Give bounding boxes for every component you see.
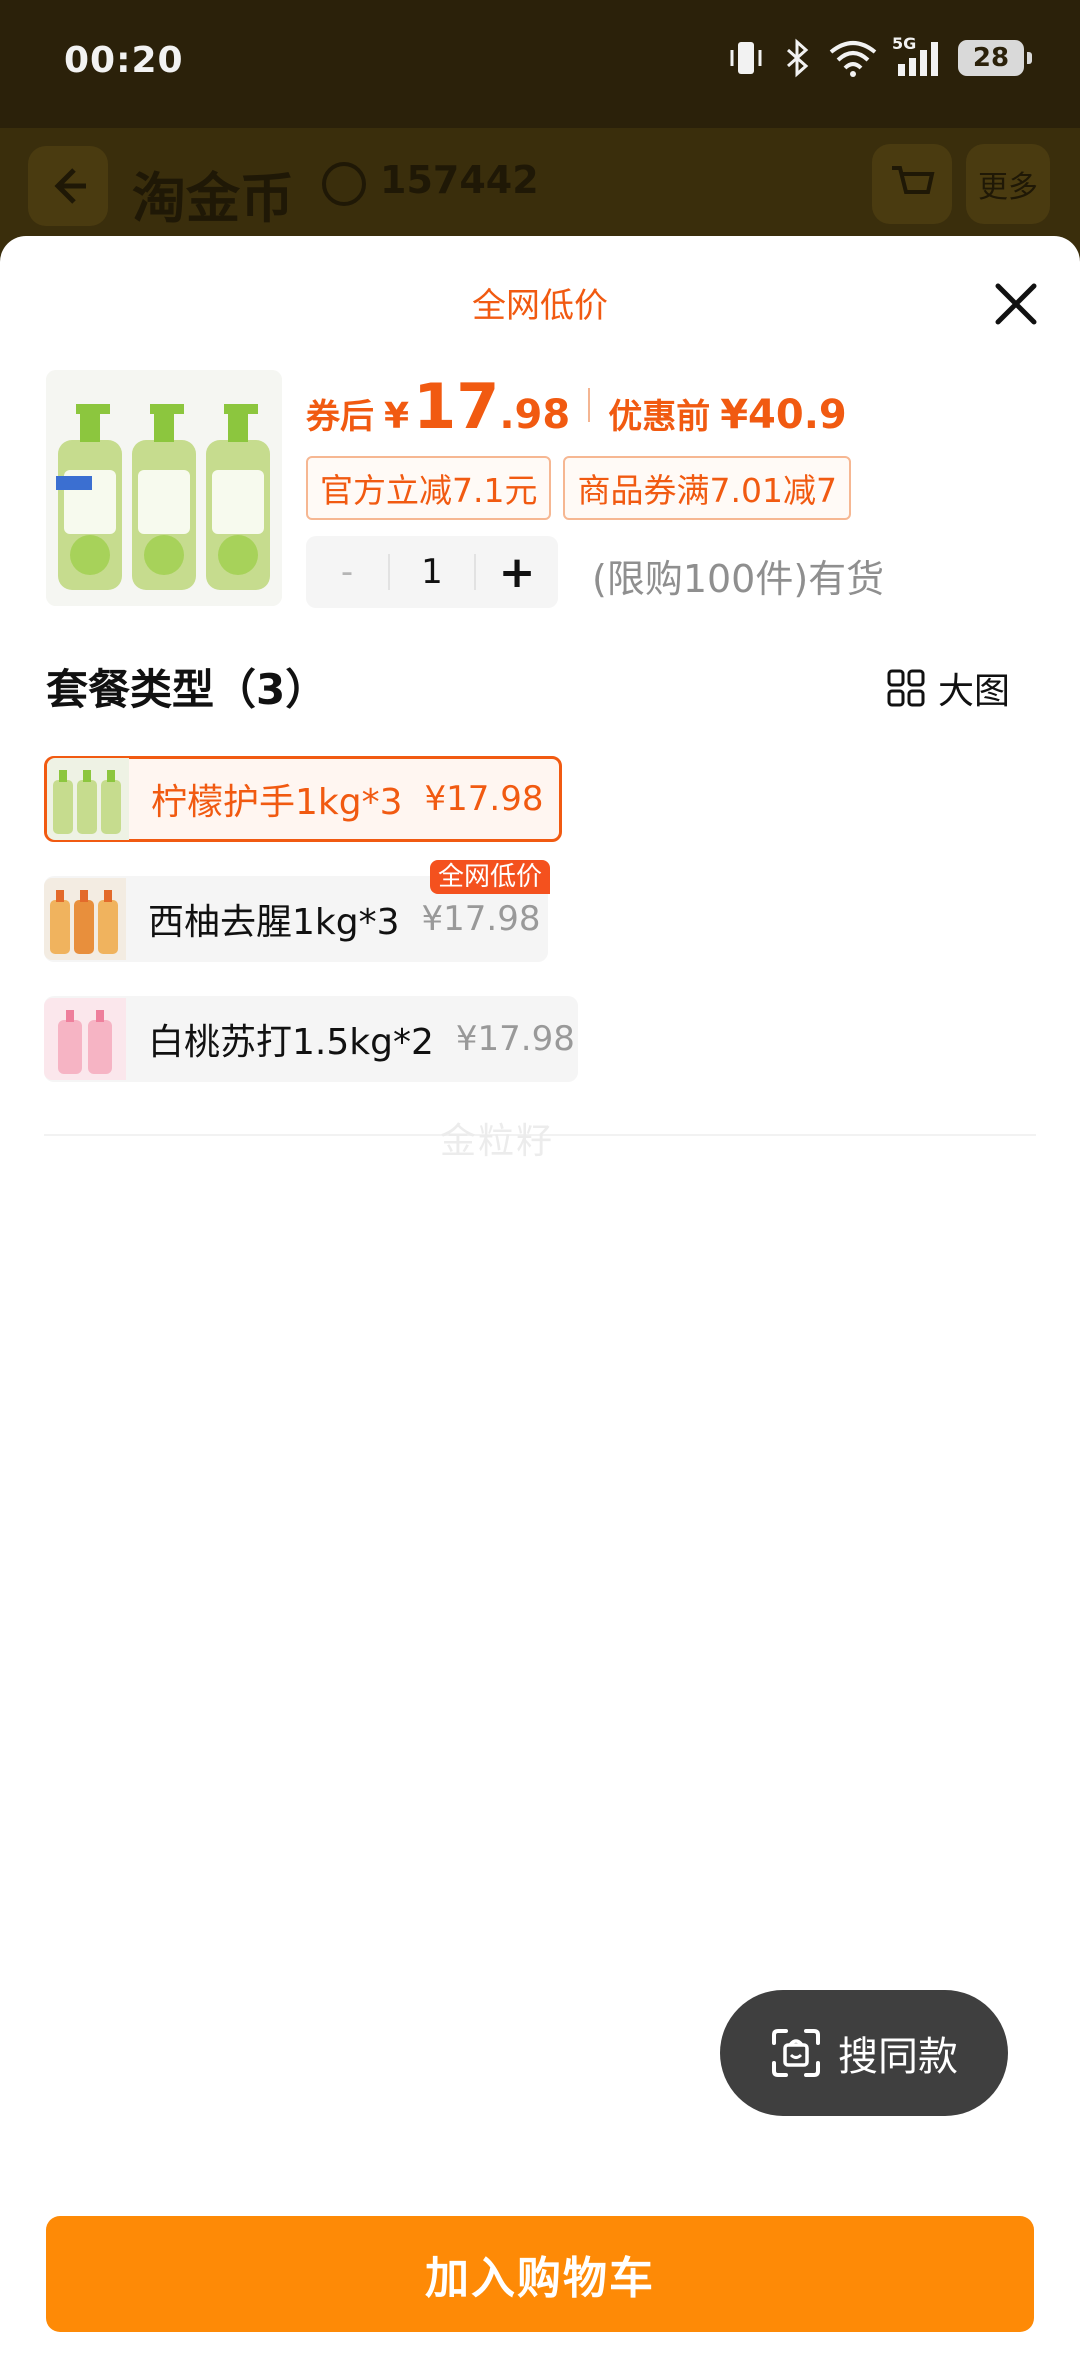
back-icon <box>28 146 108 226</box>
cart-icon <box>872 144 952 224</box>
scan-icon <box>772 2029 820 2077</box>
watermark: 金粒籽 <box>440 1121 555 1162</box>
option-name: 柠檬护手1kg*3 <box>151 782 403 823</box>
close-icon <box>995 283 1037 325</box>
wifi-icon <box>829 41 877 77</box>
more-button: 更多 <box>966 144 1050 224</box>
cellular-icon: 5G <box>892 34 942 78</box>
option-price: ¥17.98 <box>421 899 541 939</box>
grid-icon <box>887 669 925 707</box>
status-time: 00:20 <box>64 40 184 81</box>
price-separator <box>588 388 591 422</box>
before-discount-label: 优惠前 <box>608 397 711 437</box>
quantity-stepper: - 1 + <box>306 536 558 608</box>
currency-symbol: ¥ <box>384 396 410 437</box>
price-decimal: .98 <box>499 392 571 438</box>
promo-tag: 官方立减7.1元 <box>306 456 552 520</box>
before-discount-price: ¥40.9 <box>720 392 847 438</box>
promo-tags: 官方立减7.1元 商品券满7.01减7 <box>306 456 851 520</box>
quantity-decrease-button[interactable]: - <box>306 536 388 608</box>
sku-sheet: 全网低价 券后 ¥ 17 .98 优惠前 ¥40.9 官方立减7.1元 商品券满… <box>0 236 1080 2376</box>
option-thumbnail <box>44 998 126 1080</box>
price-integer: 17 <box>413 370 500 443</box>
status-icons: 5G 28 <box>726 34 1032 78</box>
package-type-title: 套餐类型（3） <box>46 665 328 714</box>
battery-icon: 28 <box>958 40 1032 76</box>
add-to-cart-button[interactable]: 加入购物车 <box>46 2216 1034 2332</box>
status-bar: 00:20 5G 28 <box>0 0 1080 128</box>
option-price: ¥17.98 <box>424 779 544 819</box>
after-coupon-label: 券后 <box>306 397 374 437</box>
vibrate-icon <box>730 42 762 74</box>
option-thumbnail <box>44 878 126 960</box>
promo-tag: 商品券满7.01减7 <box>563 456 851 520</box>
big-view-label: 大图 <box>938 671 1011 712</box>
sheet-title: 全网低价 <box>472 286 608 326</box>
battery-level: 28 <box>972 43 1010 73</box>
big-view-toggle[interactable]: 大图 <box>886 662 1010 714</box>
option-price: ¥17.98 <box>455 1019 575 1059</box>
price-row: 券后 ¥ 17 .98 优惠前 ¥40.9 <box>306 370 847 443</box>
search-same-label: 搜同款 <box>838 2034 958 2080</box>
package-option[interactable]: 西柚去腥1kg*3 ¥17.98 全网低价 <box>44 860 550 962</box>
package-option[interactable]: 柠檬护手1kg*3 ¥17.98 <box>44 756 563 842</box>
close-button[interactable] <box>984 272 1048 336</box>
lowest-price-badge: 全网低价 <box>429 860 550 894</box>
package-option[interactable]: 白桃苏打1.5kg*2 ¥17.98 <box>44 996 578 1082</box>
coin-icon <box>322 162 366 206</box>
background-header: 淘金币 157442 更多 <box>0 128 1080 238</box>
search-same-button[interactable]: 搜同款 <box>720 1990 1008 2116</box>
quantity-increase-button[interactable]: + <box>476 536 558 608</box>
background-page-title: 淘金币 <box>132 167 294 230</box>
option-name: 白桃苏打1.5kg*2 <box>148 1022 434 1063</box>
option-name: 西柚去腥1kg*3 <box>148 902 400 943</box>
bluetooth-icon <box>787 38 809 78</box>
stock-status: (限购100件)有货 <box>592 557 885 601</box>
coin-count: 157442 <box>380 158 539 202</box>
quantity-value[interactable]: 1 <box>388 554 476 590</box>
product-image[interactable] <box>46 370 282 606</box>
option-thumbnail <box>47 758 129 840</box>
